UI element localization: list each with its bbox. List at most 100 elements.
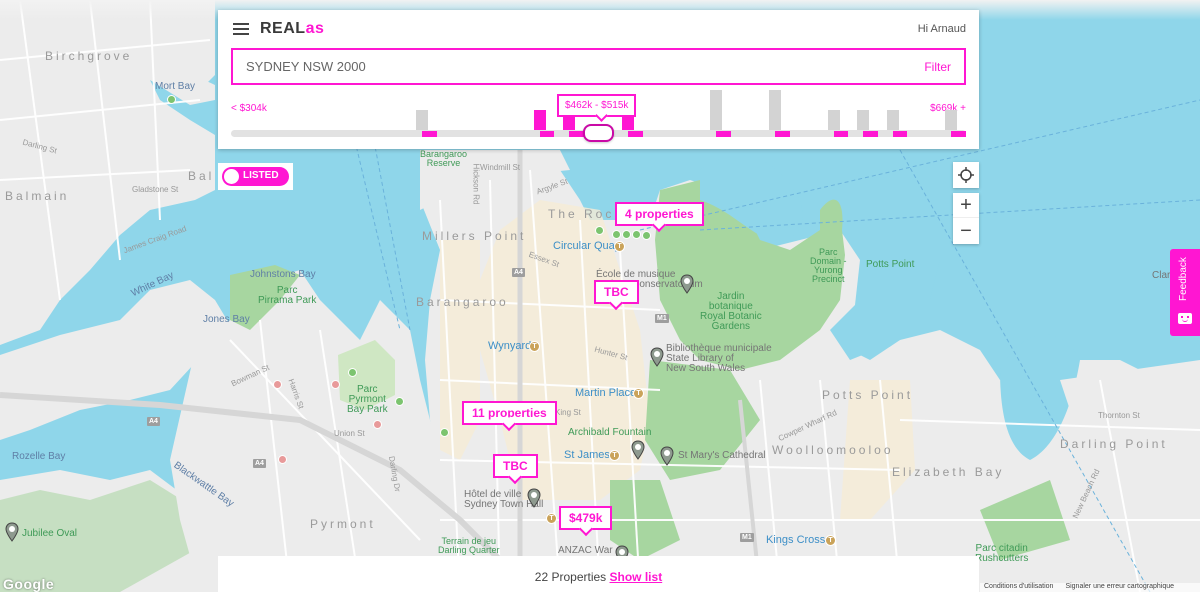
histogram-track-segment	[539, 131, 555, 137]
terms-link[interactable]: Conditions d'utilisation	[984, 583, 1053, 592]
histogram-bar	[886, 110, 899, 130]
light-rail-icon	[273, 380, 282, 389]
map-label-poi: St Mary's Cathedral	[678, 450, 766, 461]
zoom-out-button[interactable]: −	[953, 219, 979, 244]
filter-button[interactable]: Filter	[924, 60, 951, 74]
map-label-water: Jones Bay	[203, 314, 250, 325]
map-label-area: Millers Point	[422, 229, 527, 243]
landmark-pin-icon[interactable]	[5, 522, 19, 542]
histogram-track-segment	[774, 131, 790, 137]
results-bar: 22 Properties Show list	[218, 556, 979, 592]
map-label-station: St James	[564, 449, 610, 461]
zoom-in-button[interactable]: +	[953, 193, 979, 218]
train-station-icon: T	[825, 535, 836, 546]
map-label-street: King St	[555, 408, 581, 417]
google-logo[interactable]: Google	[3, 576, 54, 592]
locate-me-button[interactable]	[953, 162, 979, 188]
price-range-tooltip: $462k - $515k	[557, 94, 637, 117]
map-label-poi: Bibliothèque municipale State Library of N…	[666, 343, 772, 374]
histogram-track-segment	[951, 131, 966, 137]
menu-icon[interactable]	[233, 23, 249, 35]
map-label-park: Archibald Fountain	[568, 427, 652, 438]
property-count: 22 Properties	[534, 570, 607, 584]
map-label-area: Darling Point	[1060, 437, 1168, 451]
train-station-icon: T	[546, 513, 557, 524]
logo-accent-text: as	[305, 20, 325, 37]
light-rail-icon	[373, 420, 382, 429]
search-panel: REALas Hi Arnaud Filter < $304k $669k + …	[218, 10, 979, 149]
map-label-area: Potts Point	[822, 388, 914, 402]
property-cluster-marker[interactable]: 4 properties	[615, 202, 704, 226]
map-label-park: Parc Pirrama Park	[258, 285, 317, 306]
route-shield-a4: A4	[147, 417, 160, 426]
histogram-bar	[827, 110, 840, 130]
map-label-area: Pyrmont	[310, 517, 376, 531]
show-list-link[interactable]: Show list	[610, 570, 663, 584]
map-label-poi: ANZAC War	[558, 545, 613, 556]
histogram-track-segment	[716, 131, 731, 137]
price-slider-handle[interactable]	[583, 124, 614, 142]
map-label-park: Potts Point	[866, 259, 915, 270]
route-shield-a4: A4	[253, 459, 266, 468]
feedback-tab[interactable]: Feedback	[1170, 249, 1200, 336]
light-rail-icon	[331, 380, 340, 389]
ferry-icon	[395, 397, 404, 406]
landmark-pin-icon[interactable]	[680, 274, 694, 294]
landmark-pin-icon[interactable]	[660, 446, 674, 466]
user-greeting[interactable]: Hi Arnaud	[918, 23, 966, 35]
landmark-pin-icon[interactable]	[631, 440, 645, 460]
ferry-icon	[612, 230, 621, 239]
map-label-area: Balmain	[5, 189, 70, 203]
property-marker[interactable]: TBC	[493, 454, 538, 478]
histogram-track-segment	[569, 131, 584, 137]
listed-toggle-container: LISTED	[218, 163, 293, 190]
map-label-water: Mort Bay	[155, 81, 196, 92]
histogram-bar	[533, 110, 546, 130]
landmark-pin-icon[interactable]	[527, 488, 541, 508]
ferry-icon	[440, 428, 449, 437]
smiley-icon	[1178, 313, 1192, 324]
route-shield-m1: M1	[655, 314, 669, 323]
map-label-water: Rozelle Bay	[12, 451, 66, 462]
light-rail-icon	[278, 455, 287, 464]
listed-toggle-label: LISTED	[243, 170, 279, 181]
route-shield-a4: A4	[512, 268, 525, 277]
map-label-park: Parc Pyrmont Bay Park	[347, 384, 388, 415]
location-search-box: Filter	[231, 48, 966, 85]
map-label-park: Parc Domain - Yurong Precinct	[810, 247, 847, 284]
ferry-icon	[642, 231, 651, 240]
map-label-station: Kings Cross	[766, 534, 826, 546]
histogram-track-segment	[627, 131, 643, 137]
property-price-marker[interactable]: $479k	[559, 506, 613, 530]
train-station-icon: T	[529, 341, 540, 352]
property-marker[interactable]: TBC	[594, 280, 639, 304]
map-label-street: Windmill St	[480, 163, 521, 172]
location-search-input[interactable]	[246, 59, 846, 74]
histogram-bar	[768, 90, 781, 130]
map-label-area: Woolloomooloo	[772, 443, 894, 457]
ferry-icon	[348, 368, 357, 377]
histogram-bar	[710, 90, 723, 130]
toggle-knob	[224, 169, 239, 184]
map-label-station: Martin Place	[575, 387, 637, 399]
map-label-area: Barangaroo	[416, 295, 509, 309]
train-station-icon: T	[609, 450, 620, 461]
train-station-icon: T	[614, 241, 625, 252]
route-shield-m1: M1	[740, 533, 754, 542]
map-label-street: Union St	[334, 429, 365, 438]
map-label-park: Barangaroo Reserve	[420, 149, 468, 168]
property-cluster-marker[interactable]: 11 properties	[462, 401, 557, 425]
map-label-street: Thornton St	[1098, 411, 1140, 420]
landmark-pin-icon[interactable]	[650, 347, 664, 367]
price-histogram[interactable]: $462k - $515k	[231, 88, 966, 144]
app-logo[interactable]: REALas	[260, 20, 324, 38]
zoom-controls: + −	[953, 193, 979, 244]
histogram-bar	[857, 110, 870, 130]
map-label-area: Bal	[188, 169, 215, 183]
listed-toggle[interactable]: LISTED	[222, 167, 289, 186]
histogram-track-segment	[863, 131, 878, 137]
feedback-label: Feedback	[1178, 257, 1189, 301]
report-error-link[interactable]: Signaler une erreur cartographique	[1065, 583, 1174, 592]
ferry-icon	[622, 230, 631, 239]
crosshair-icon	[958, 167, 974, 183]
